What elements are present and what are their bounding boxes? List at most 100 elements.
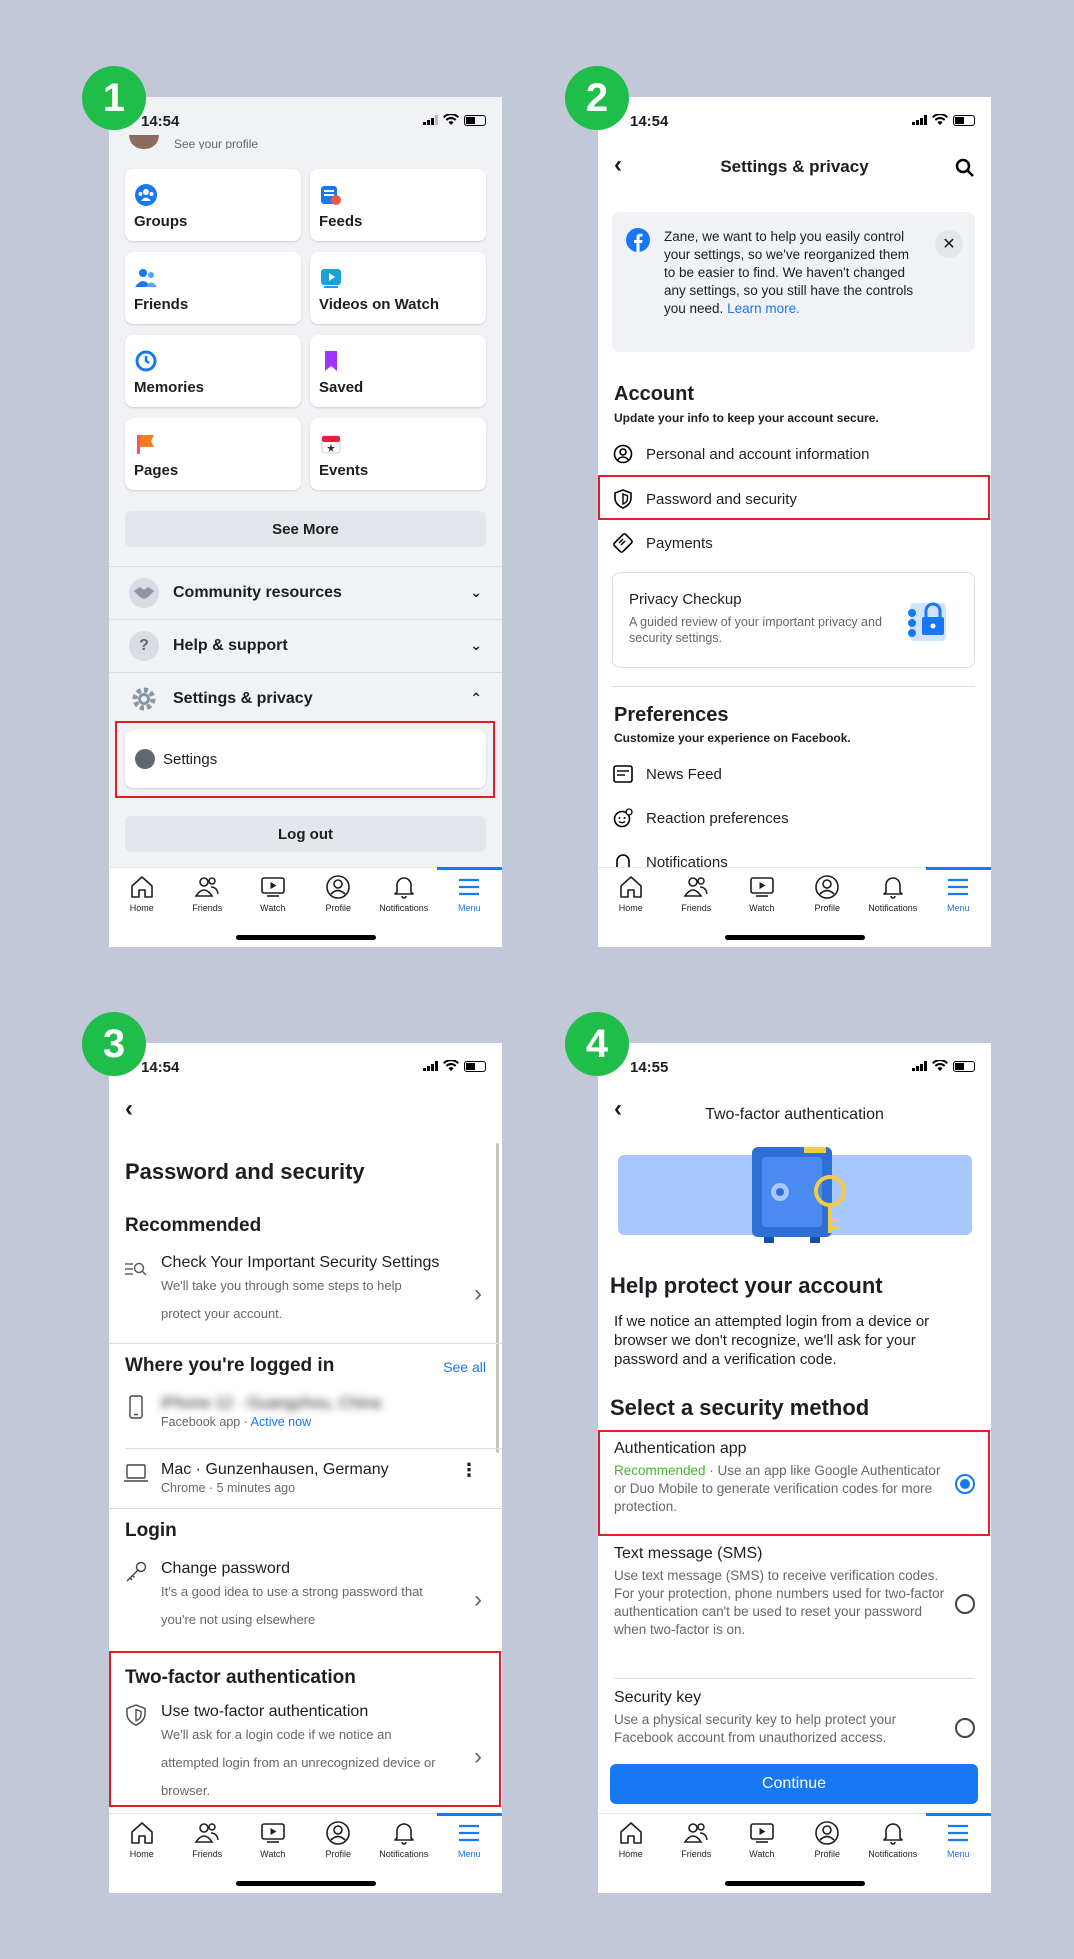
tab-friends[interactable]: Friends — [175, 868, 241, 947]
sms-option[interactable]: Text message (SMS) Use text message (SMS… — [614, 1545, 946, 1639]
shortcut-label: Groups — [134, 213, 188, 230]
security-key-radio[interactable] — [955, 1718, 975, 1738]
tab-home[interactable]: Home — [109, 1814, 175, 1893]
tab-menu[interactable]: Menu — [436, 1813, 503, 1893]
watch-icon — [260, 1820, 286, 1849]
shortcut-saved[interactable]: Saved — [310, 335, 486, 407]
news-feed-row[interactable]: News Feed — [612, 763, 722, 785]
learn-more-link[interactable]: Learn more. — [727, 301, 800, 316]
step-badge-1: 1 — [82, 66, 146, 130]
chevron-right-icon[interactable]: › — [474, 1586, 482, 1614]
select-method-heading: Select a security method — [610, 1395, 870, 1420]
logout-button[interactable]: Log out — [125, 816, 486, 852]
security-key-desc: Use a physical security key to help prot… — [614, 1712, 897, 1745]
scrollbar[interactable] — [496, 1143, 499, 1453]
tab-label: Notifications — [379, 903, 429, 913]
tab-menu[interactable]: Menu — [925, 867, 992, 947]
tab-label: Watch — [749, 903, 775, 913]
menu-icon — [456, 1820, 482, 1849]
account-heading: Account — [614, 383, 694, 405]
shortcut-feeds[interactable]: Feeds — [310, 169, 486, 241]
tab-label: Menu — [457, 903, 481, 913]
tab-friends[interactable]: Friends — [175, 1814, 241, 1893]
signal-icon — [912, 115, 927, 125]
search-icon[interactable] — [955, 158, 975, 178]
community-resources-row[interactable]: Community resources ⌄ — [109, 566, 502, 618]
screen-menu: 14:54 See your profile Groups Feeds Frie… — [109, 97, 502, 947]
shortcut-events[interactable]: Events — [310, 418, 486, 490]
tab-menu[interactable]: Menu — [925, 1813, 992, 1893]
status-time: 14:54 — [141, 1059, 180, 1076]
home-indicator — [235, 1881, 376, 1886]
tab-home[interactable]: Home — [109, 868, 175, 947]
shortcut-memories[interactable]: Memories — [125, 335, 301, 407]
tab-notifications[interactable]: Notifications — [371, 1814, 437, 1893]
see-all-link[interactable]: See all — [443, 1359, 486, 1375]
tab-friends[interactable]: Friends — [664, 1814, 730, 1893]
watch-icon — [260, 874, 286, 903]
session-iphone[interactable]: iPhone 12 · Guangzhou, China Facebook ap… — [161, 1395, 461, 1429]
help-support-row[interactable]: ? Help & support ⌄ — [109, 619, 502, 671]
settings-privacy-row[interactable]: Settings & privacy ⌃ — [109, 672, 502, 724]
shortcut-label: Saved — [319, 379, 364, 396]
shortcut-friends[interactable]: Friends — [125, 252, 301, 324]
tab-label: Home — [618, 1849, 643, 1859]
lock-icon — [908, 602, 946, 641]
tab-label: Profile — [814, 1849, 840, 1859]
menu-icon — [945, 874, 971, 903]
watch-icon — [321, 269, 341, 288]
friends-icon — [194, 1820, 220, 1849]
news-feed-label: News Feed — [646, 765, 722, 783]
see-more-button[interactable]: See More — [125, 511, 486, 547]
tab-menu[interactable]: Menu — [436, 867, 503, 947]
section-divider — [109, 1343, 502, 1344]
chevron-right-icon[interactable]: › — [474, 1280, 482, 1308]
tag-icon — [612, 532, 634, 554]
status-bar: 14:55 — [598, 1043, 991, 1091]
security-checkup-title: Check Your Important Security Settings — [161, 1254, 440, 1271]
reaction-preferences-row[interactable]: Reaction preferences — [612, 807, 789, 829]
friends-icon — [683, 874, 709, 903]
tab-friends[interactable]: Friends — [664, 868, 730, 947]
privacy-checkup-card[interactable]: Privacy Checkup A guided review of your … — [612, 572, 975, 668]
personal-info-row[interactable]: Personal and account information — [612, 443, 869, 465]
continue-button[interactable]: Continue — [610, 1764, 978, 1804]
tab-label: Friends — [192, 903, 223, 913]
change-password-title: Change password — [161, 1560, 290, 1577]
status-bar: 14:54 — [598, 97, 991, 145]
security-checkup-item[interactable]: Check Your Important Security Settings W… — [161, 1254, 461, 1328]
close-icon[interactable]: ✕ — [935, 230, 963, 258]
tab-label: Notifications — [868, 1849, 918, 1859]
page-title: Settings & privacy — [720, 157, 869, 176]
shortcut-groups[interactable]: Groups — [125, 169, 301, 241]
payments-row[interactable]: Payments — [612, 532, 713, 554]
status-time: 14:54 — [630, 113, 669, 130]
wifi-icon — [932, 114, 948, 125]
shortcut-pages[interactable]: Pages — [125, 418, 301, 490]
tab-notifications[interactable]: Notifications — [860, 1814, 926, 1893]
preferences-subtitle: Customize your experience on Facebook. — [614, 731, 851, 745]
tab-label: Profile — [814, 903, 840, 913]
tab-label: Home — [129, 903, 154, 913]
back-chevron-icon[interactable]: ‹ — [125, 1095, 133, 1123]
watch-icon — [749, 1820, 775, 1849]
tab-home[interactable]: Home — [598, 1814, 664, 1893]
shortcut-videos[interactable]: Videos on Watch — [310, 252, 486, 324]
shortcut-label: Memories — [134, 379, 205, 396]
avatar — [129, 135, 159, 149]
tab-notifications[interactable]: Notifications — [860, 868, 926, 947]
session-mac[interactable]: Mac · Gunzenhausen, Germany Chrome · 5 m… — [161, 1461, 461, 1495]
more-options-icon[interactable]: ⋮ — [460, 1461, 478, 1479]
laptop-icon — [124, 1464, 148, 1482]
home-indicator — [235, 935, 376, 940]
change-password-item[interactable]: Change password It's a good idea to use … — [161, 1560, 461, 1634]
tab-notifications[interactable]: Notifications — [371, 868, 437, 947]
status-time: 14:55 — [630, 1059, 669, 1076]
key-icon — [126, 1561, 147, 1582]
friends-icon — [683, 1820, 709, 1849]
sms-radio[interactable] — [955, 1594, 975, 1614]
bell-icon — [880, 1820, 906, 1849]
login-heading: Login — [125, 1520, 177, 1541]
security-key-option[interactable]: Security key Use a physical security key… — [614, 1689, 946, 1747]
tab-home[interactable]: Home — [598, 868, 664, 947]
